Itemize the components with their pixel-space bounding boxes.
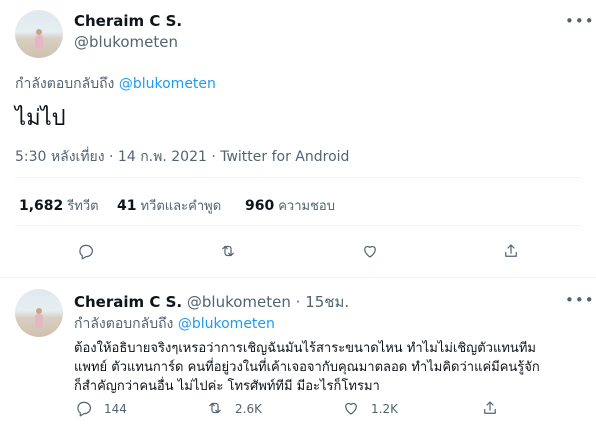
avatar-person-body (35, 34, 43, 49)
likes-label: ความชอบ (278, 199, 335, 214)
tweet-timestamp[interactable]: 5:30 หลังเที่ยง · 14 ก.พ. 2021 · Twitter… (15, 146, 349, 168)
reply-time[interactable]: 15ชม. (305, 293, 349, 311)
avatar-person-body (35, 313, 43, 328)
reply-header: Cheraim C S. @blukometen · 15ชม. (74, 290, 349, 314)
reply-icon[interactable] (74, 398, 94, 418)
avatar[interactable] (15, 10, 63, 58)
reply-user-handle[interactable]: @blukometen (187, 293, 291, 311)
retweet-icon[interactable] (205, 398, 225, 418)
quotes-count: 41 (117, 198, 137, 214)
divider (15, 225, 581, 226)
quote-tweets-stat[interactable]: 41 ทวีตและคำพูด (117, 195, 221, 216)
retweets-count: 1,682 (19, 198, 64, 214)
retweet-icon[interactable] (218, 241, 238, 261)
likes-count: 960 (245, 198, 275, 214)
reply-avatar[interactable] (15, 289, 63, 337)
replying-to-link[interactable]: @blukometen (119, 76, 216, 92)
reply-text-line-3: ก็สำคัญกว่าคนอื่น ไม่ไปค่ะ โทรศัพท์ทีมี … (74, 379, 380, 394)
replying-prefix: กำลังตอบกลับถึง (74, 316, 174, 332)
reply-more-options-icon[interactable]: ••• (565, 293, 595, 308)
divider (0, 277, 596, 278)
retweet-count: 2.6K (235, 402, 262, 416)
reply-count: 144 (104, 402, 127, 416)
retweets-label: รีทวีต (67, 199, 99, 214)
reply-text-line-2: แพทย์ ตัวแทนการ์ด คนที่อยู่วงในที่เค้าเจ… (74, 360, 540, 375)
replying-prefix: กำลังตอบกลับถึง (15, 76, 115, 92)
quotes-label: ทวีตและคำพูด (140, 199, 222, 214)
share-icon[interactable] (480, 398, 500, 418)
more-options-icon[interactable]: ••• (565, 14, 595, 29)
retweets-stat[interactable]: 1,682 รีทวีต (19, 195, 99, 216)
reply-display-name[interactable]: Cheraim C S. (74, 293, 182, 311)
divider (15, 177, 581, 178)
replying-to: กำลังตอบกลับถึง @blukometen (15, 73, 216, 95)
display-name[interactable]: Cheraim C S. (74, 12, 182, 30)
like-icon[interactable] (341, 398, 361, 418)
likes-stat[interactable]: 960 ความชอบ (245, 195, 335, 216)
tweet-text: ไม่ไป (15, 106, 66, 131)
like-icon[interactable] (360, 241, 380, 261)
replying-to-link[interactable]: @blukometen (178, 316, 275, 332)
reply-replying-to: กำลังตอบกลับถึง @blukometen (74, 313, 275, 335)
reply-text-line-1: ต้องให้อธิบายจริงๆเหรอว่าการเชิญฉันมันไร… (74, 341, 536, 356)
reply-icon[interactable] (76, 241, 96, 261)
share-icon[interactable] (501, 241, 521, 261)
user-handle[interactable]: @blukometen (74, 33, 178, 51)
like-count: 1.2K (371, 402, 398, 416)
separator-dot: · (295, 293, 301, 311)
